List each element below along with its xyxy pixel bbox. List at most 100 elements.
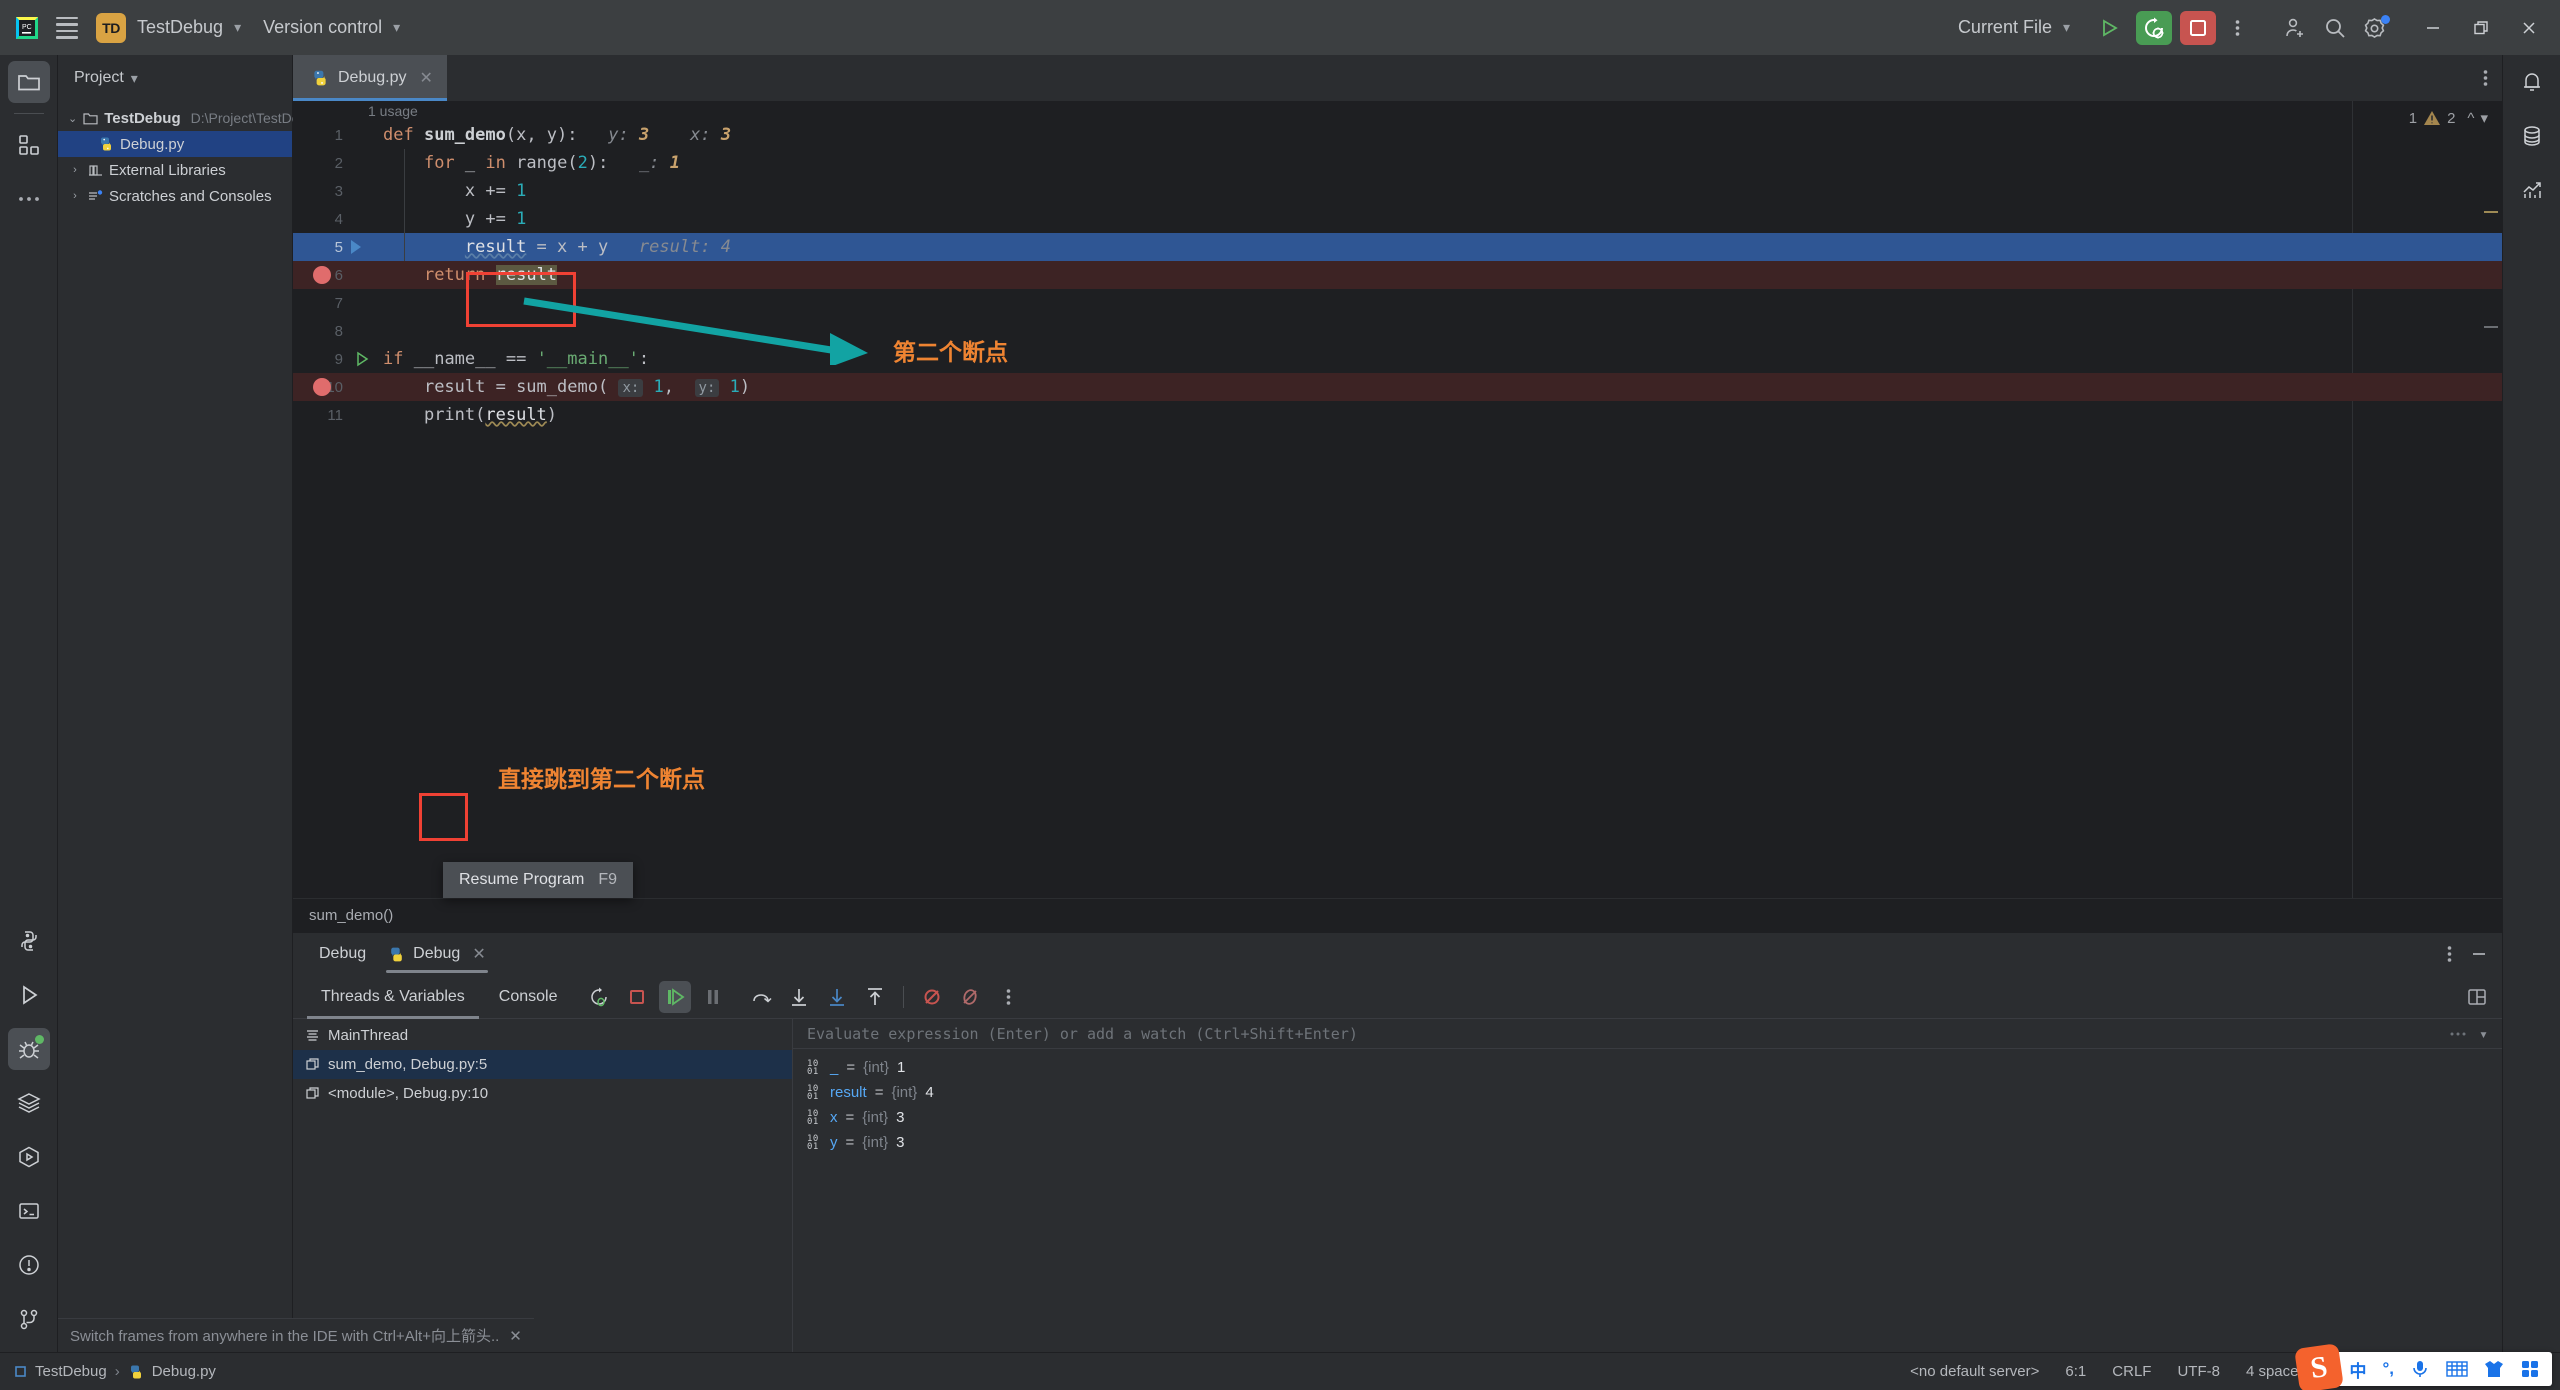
- code-line-10[interactable]: 10 result = sum_demo( x: 1, y: 1): [293, 373, 2502, 401]
- sidebar-item-more[interactable]: [8, 178, 50, 220]
- more-vertical-icon[interactable]: [2483, 68, 2488, 88]
- sidebar-item-structure[interactable]: [8, 124, 50, 166]
- default-server-status[interactable]: <no default server>: [1910, 1363, 2039, 1380]
- stop-icon[interactable]: [621, 981, 653, 1013]
- view-breakpoints-icon[interactable]: [954, 981, 986, 1013]
- ime-skin-icon[interactable]: [2484, 1359, 2504, 1379]
- inspection-status[interactable]: 1 2 ^ ▾: [2409, 109, 2488, 128]
- close-icon[interactable]: ✕: [472, 944, 485, 964]
- ime-keyboard-icon[interactable]: [2446, 1360, 2468, 1378]
- settings-gear-icon[interactable]: [2356, 9, 2394, 47]
- problems-icon[interactable]: [8, 1244, 50, 1286]
- code-line-5[interactable]: 5 result = x + y result: 4: [293, 233, 2502, 261]
- hamburger-menu-icon[interactable]: [48, 9, 86, 47]
- code-line-4[interactable]: 4 y += 1: [293, 205, 2502, 233]
- chevron-down-icon[interactable]: ⌄: [68, 112, 77, 125]
- editor-breadcrumb[interactable]: sum_demo(): [293, 898, 2502, 932]
- frame-row-sum-demo[interactable]: sum_demo, Debug.py:5: [293, 1050, 792, 1079]
- tree-node-scratches[interactable]: › Scratches and Consoles: [58, 183, 292, 209]
- version-control-menu[interactable]: Version control ▾: [251, 13, 408, 42]
- frames-list[interactable]: MainThread sum_demo, Debug.py:5 <module>…: [293, 1019, 793, 1352]
- code-line-3[interactable]: 3 x += 1: [293, 177, 2502, 205]
- project-selector[interactable]: TD TestDebug ▾: [88, 9, 249, 47]
- close-icon[interactable]: ✕: [420, 68, 433, 88]
- tab-debug-session[interactable]: Debug ✕: [378, 933, 496, 975]
- run-anything-icon[interactable]: [8, 1136, 50, 1178]
- chevron-down-icon[interactable]: ▾: [2479, 1025, 2488, 1043]
- chevron-right-icon[interactable]: ›: [68, 164, 82, 176]
- version-control-icon[interactable]: [8, 1298, 50, 1340]
- maximize-icon[interactable]: [2458, 8, 2504, 48]
- sogou-logo-icon[interactable]: S: [2294, 1343, 2345, 1390]
- database-icon[interactable]: [2511, 115, 2553, 157]
- chevron-down-icon[interactable]: ▾: [2480, 109, 2488, 127]
- ime-mode-chinese[interactable]: 中: [2349, 1357, 2366, 1382]
- debug-tool-icon[interactable]: [7, 1028, 50, 1070]
- annotation-arrow-breakpoint: [523, 297, 868, 365]
- code-line-6[interactable]: 6 return result: [293, 261, 2502, 289]
- services-icon[interactable]: [8, 1082, 50, 1124]
- run-tool-icon[interactable]: [8, 974, 50, 1016]
- tab-debug-py[interactable]: Debug.py ✕: [293, 55, 447, 101]
- more-vertical-icon[interactable]: [2447, 944, 2452, 964]
- file-encoding[interactable]: UTF-8: [2177, 1363, 2220, 1380]
- tab-threads-variables[interactable]: Threads & Variables: [307, 975, 479, 1019]
- breadcrumb[interactable]: TestDebug › Debug.py: [14, 1363, 216, 1380]
- chevron-up-icon[interactable]: ^: [2467, 110, 2474, 127]
- variable-row-x[interactable]: 10 01 x = {int} 3: [807, 1105, 2502, 1130]
- add-account-icon[interactable]: [2276, 9, 2314, 47]
- variable-row-underscore[interactable]: 10 01 _ = {int} 1: [807, 1055, 2502, 1080]
- step-over-icon[interactable]: [745, 981, 777, 1013]
- force-step-into-icon[interactable]: [821, 981, 853, 1013]
- line-separator[interactable]: CRLF: [2112, 1363, 2151, 1380]
- terminal-icon[interactable]: [8, 1190, 50, 1232]
- rerun-debug-icon[interactable]: [583, 981, 615, 1013]
- rerun-debug-button[interactable]: [2136, 10, 2172, 45]
- layout-settings-icon[interactable]: [2466, 986, 2488, 1008]
- project-panel-header[interactable]: Project ▾: [58, 55, 292, 101]
- minimize-icon[interactable]: [2410, 8, 2456, 48]
- run-configuration-selector[interactable]: Current File ▾: [1946, 13, 2078, 42]
- code-editor[interactable]: 1 2 ^ ▾ 1 usage 1 def sum_demo(x, y): y:…: [293, 101, 2502, 932]
- variable-row-result[interactable]: 10 01 result = {int} 4: [807, 1080, 2502, 1105]
- code-line-2[interactable]: 2 for _ in range(2): _: 1: [293, 149, 2502, 177]
- evaluate-expression-input[interactable]: Evaluate expression (Enter) or add a wat…: [793, 1019, 2502, 1049]
- breakpoint-icon[interactable]: [313, 266, 331, 284]
- more-vertical-icon[interactable]: [992, 981, 1024, 1013]
- chevron-right-icon[interactable]: ›: [68, 190, 82, 202]
- step-into-icon[interactable]: [783, 981, 815, 1013]
- profiler-chart-icon[interactable]: [2511, 169, 2553, 211]
- tree-node-external-libraries[interactable]: › External Libraries: [58, 157, 292, 183]
- code-line-1[interactable]: 1 def sum_demo(x, y): y: 3 x: 3: [293, 121, 2502, 149]
- minimize-panel-icon[interactable]: [2470, 945, 2488, 963]
- python-console-icon[interactable]: [8, 920, 50, 962]
- breakpoint-icon[interactable]: [313, 378, 331, 396]
- frame-row-module[interactable]: <module>, Debug.py:10: [293, 1079, 792, 1108]
- resume-program-icon[interactable]: [659, 980, 692, 1013]
- ime-toolbar[interactable]: S 中 °,: [2294, 1343, 2552, 1390]
- more-horizontal-icon[interactable]: [2449, 1031, 2467, 1037]
- variable-row-y[interactable]: 10 01 y = {int} 3: [807, 1130, 2502, 1155]
- tree-node-debug-py[interactable]: Debug.py: [58, 131, 292, 157]
- close-icon[interactable]: [2506, 8, 2552, 48]
- more-vertical-icon[interactable]: [2218, 9, 2256, 47]
- stop-button[interactable]: [2180, 10, 2216, 45]
- ime-mic-icon[interactable]: [2410, 1359, 2430, 1379]
- pause-program-icon[interactable]: [697, 981, 729, 1013]
- usage-hint: 1 usage: [368, 103, 418, 119]
- tree-node-testdebug[interactable]: ⌄ TestDebug D:\Project\TestDebug: [58, 105, 323, 131]
- run-icon[interactable]: [2090, 9, 2128, 47]
- tab-console[interactable]: Console: [485, 975, 572, 1019]
- thread-row[interactable]: MainThread: [293, 1021, 792, 1050]
- code-line-11[interactable]: 11 print(result): [293, 401, 2502, 429]
- ime-punctuation-icon[interactable]: °,: [2382, 1359, 2394, 1379]
- sidebar-item-project[interactable]: [7, 61, 50, 103]
- ime-apps-icon[interactable]: [2520, 1359, 2540, 1379]
- close-icon[interactable]: ✕: [509, 1327, 522, 1345]
- search-icon[interactable]: [2316, 9, 2354, 47]
- notifications-icon[interactable]: [2511, 61, 2553, 103]
- step-out-icon[interactable]: [859, 981, 891, 1013]
- mute-breakpoints-icon[interactable]: [916, 981, 948, 1013]
- variables-list[interactable]: 10 01 _ = {int} 1 10 01 result = {int} 4…: [793, 1049, 2502, 1155]
- caret-position[interactable]: 6:1: [2065, 1363, 2086, 1380]
